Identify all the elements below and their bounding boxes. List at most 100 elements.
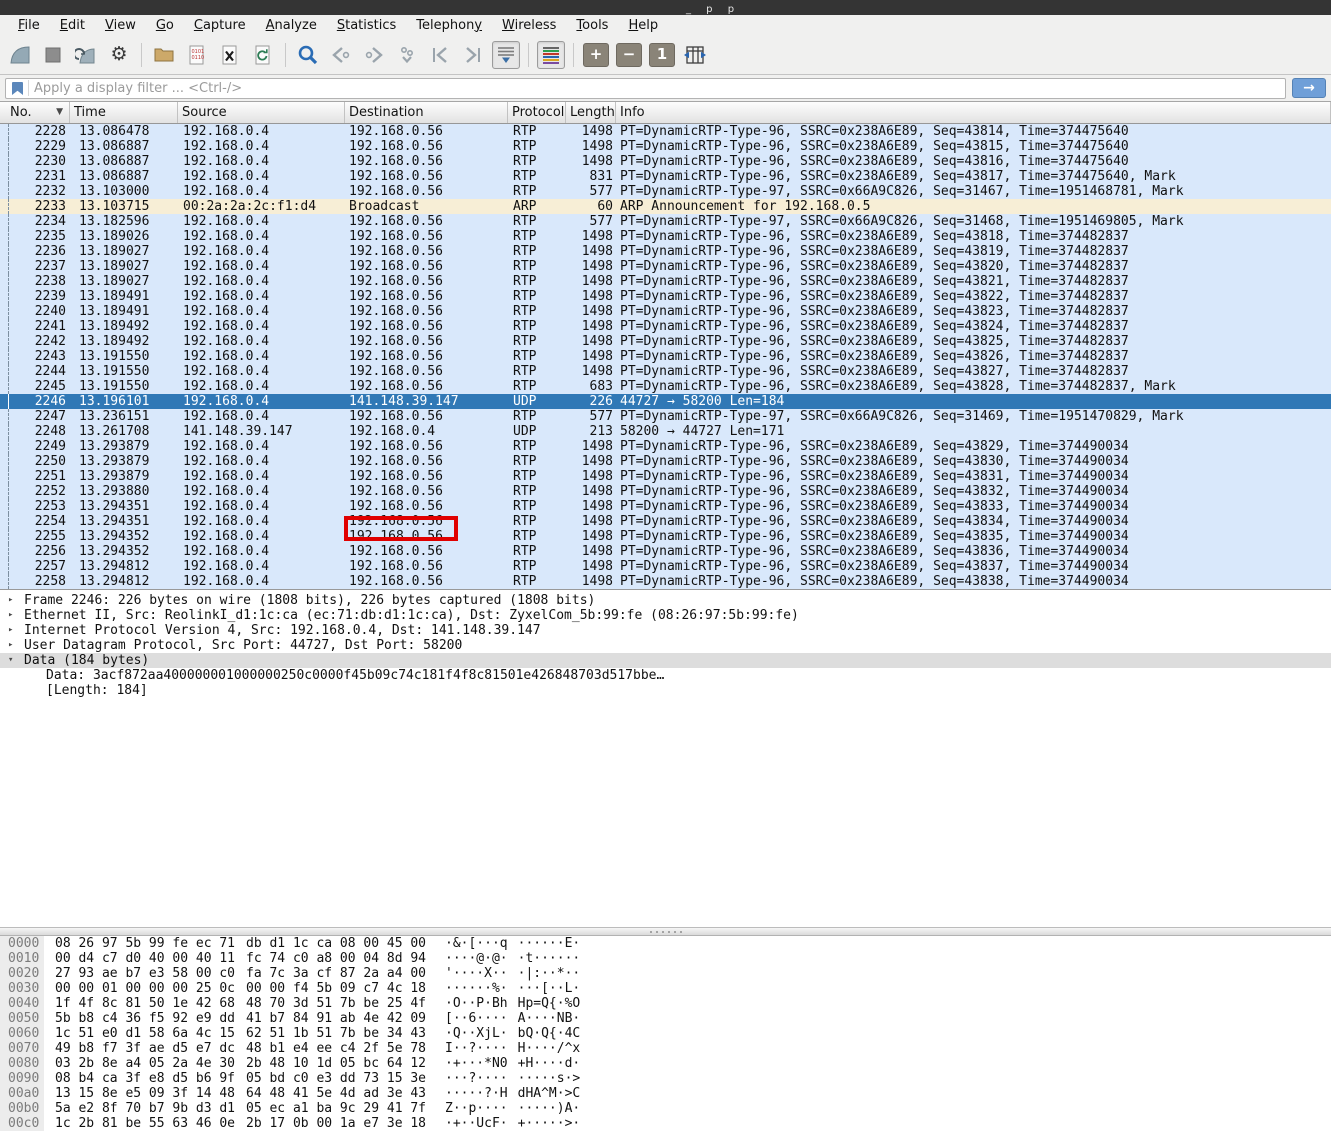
menu-statistics[interactable]: Statistics — [327, 17, 406, 34]
expand-icon[interactable]: ▸ — [0, 623, 24, 638]
menu-view[interactable]: View — [95, 17, 146, 34]
packet-row-2249[interactable]: 224913.293879192.168.0.4192.168.0.56RTP1… — [0, 439, 1331, 454]
hex-row-0020[interactable]: 002027 93 ae b7 e3 58 00 c0fa 7c 3a cf 8… — [0, 966, 1331, 981]
hex-row-0060[interactable]: 00601c 51 e0 d1 58 6a 4c 1562 51 1b 51 7… — [0, 1026, 1331, 1041]
expand-icon[interactable]: ▸ — [0, 593, 24, 608]
detail-line[interactable]: ▸Internet Protocol Version 4, Src: 192.1… — [0, 623, 1331, 638]
go-last-packet-button[interactable] — [459, 41, 487, 69]
save-file-button[interactable]: 01010110 — [183, 41, 211, 69]
packet-row-2234[interactable]: 223413.182596192.168.0.4192.168.0.56RTP5… — [0, 214, 1331, 229]
find-packet-button[interactable] — [294, 41, 322, 69]
packet-row-2232[interactable]: 223213.103000192.168.0.4192.168.0.56RTP5… — [0, 184, 1331, 199]
packet-row-2250[interactable]: 225013.293879192.168.0.4192.168.0.56RTP1… — [0, 454, 1331, 469]
packet-row-2247[interactable]: 224713.236151192.168.0.4192.168.0.56RTP5… — [0, 409, 1331, 424]
packet-row-2240[interactable]: 224013.189491192.168.0.4192.168.0.56RTP1… — [0, 304, 1331, 319]
detail-line[interactable]: Data: 3acf872aa400000001000000250c0000f4… — [0, 668, 1331, 683]
column-header-protocol[interactable]: Protocol — [508, 102, 566, 123]
resize-columns-button[interactable] — [681, 41, 709, 69]
collapse-icon[interactable]: ▾ — [0, 653, 24, 668]
column-header-info[interactable]: Info — [616, 102, 1331, 123]
packet-row-2242[interactable]: 224213.189492192.168.0.4192.168.0.56RTP1… — [0, 334, 1331, 349]
auto-scroll-toggle[interactable] — [492, 41, 520, 69]
hex-row-0090[interactable]: 009008 b4 ca 3f e8 d5 b6 9f05 bd c0 e3 d… — [0, 1071, 1331, 1086]
zoom-out-button[interactable]: − — [615, 41, 643, 69]
menu-edit[interactable]: Edit — [50, 17, 95, 34]
open-file-button[interactable] — [150, 41, 178, 69]
hex-row-0010[interactable]: 001000 d4 c7 d0 40 00 40 11fc 74 c0 a8 0… — [0, 951, 1331, 966]
packet-row-2245[interactable]: 224513.191550192.168.0.4192.168.0.56RTP6… — [0, 379, 1331, 394]
packet-row-2255[interactable]: 225513.294352192.168.0.4192.168.0.56RTP1… — [0, 529, 1331, 544]
hex-row-00c0[interactable]: 00c01c 2b 81 be 55 63 46 0e2b 17 0b 00 1… — [0, 1116, 1331, 1131]
menu-go[interactable]: Go — [146, 17, 184, 34]
detail-line[interactable]: [Length: 184] — [0, 683, 1331, 698]
apply-filter-button[interactable]: → — [1292, 78, 1326, 98]
hex-row-0040[interactable]: 00401f 4f 8c 81 50 1e 42 6848 70 3d 51 7… — [0, 996, 1331, 1011]
packet-row-2239[interactable]: 223913.189491192.168.0.4192.168.0.56RTP1… — [0, 289, 1331, 304]
menu-telephony[interactable]: Telephony — [406, 17, 492, 34]
packet-row-2246[interactable]: 224613.196101192.168.0.4141.148.39.147UD… — [0, 394, 1331, 409]
cell-time: 13.189492 — [70, 319, 178, 334]
column-header-source[interactable]: Source — [178, 102, 345, 123]
packet-row-2228[interactable]: 222813.086478192.168.0.4192.168.0.56RTP1… — [0, 124, 1331, 139]
menu-tools[interactable]: Tools — [566, 17, 618, 34]
hex-row-00a0[interactable]: 00a013 15 8e e5 09 3f 14 4864 48 41 5e 4… — [0, 1086, 1331, 1101]
menu-wireless[interactable]: Wireless — [492, 17, 566, 34]
packet-row-2251[interactable]: 225113.293879192.168.0.4192.168.0.56RTP1… — [0, 469, 1331, 484]
hex-row-0080[interactable]: 008003 2b 8e a4 05 2a 4e 302b 48 10 1d 0… — [0, 1056, 1331, 1071]
expand-icon[interactable]: ▸ — [0, 608, 24, 623]
detail-line[interactable]: ▸User Datagram Protocol, Src Port: 44727… — [0, 638, 1331, 653]
filter-bookmark-icon[interactable] — [9, 80, 29, 96]
menu-help[interactable]: Help — [618, 17, 668, 34]
packet-row-2229[interactable]: 222913.086887192.168.0.4192.168.0.56RTP1… — [0, 139, 1331, 154]
go-forward-button[interactable] — [360, 41, 388, 69]
detail-line[interactable]: ▾Data (184 bytes) — [0, 653, 1331, 668]
menu-file[interactable]: File — [8, 17, 50, 34]
start-capture-button[interactable] — [6, 41, 34, 69]
go-to-packet-button[interactable] — [393, 41, 421, 69]
detail-line[interactable]: ▸Frame 2246: 226 bytes on wire (1808 bit… — [0, 593, 1331, 608]
hex-bytes: 00 d4 c7 d0 40 00 40 11 — [55, 951, 235, 966]
go-first-packet-button[interactable] — [426, 41, 454, 69]
packet-row-2235[interactable]: 223513.189026192.168.0.4192.168.0.56RTP1… — [0, 229, 1331, 244]
restart-capture-button[interactable] — [72, 41, 100, 69]
packet-row-2237[interactable]: 223713.189027192.168.0.4192.168.0.56RTP1… — [0, 259, 1331, 274]
expand-icon[interactable]: ▸ — [0, 638, 24, 653]
column-header-no[interactable]: No.▼ — [0, 102, 70, 123]
hex-row-00b0[interactable]: 00b05a e2 8f 70 b7 9b d3 d105 ec a1 ba 9… — [0, 1101, 1331, 1116]
packet-row-2244[interactable]: 224413.191550192.168.0.4192.168.0.56RTP1… — [0, 364, 1331, 379]
zoom-in-button[interactable]: + — [582, 41, 610, 69]
go-back-button[interactable] — [327, 41, 355, 69]
packet-row-2231[interactable]: 223113.086887192.168.0.4192.168.0.56RTP8… — [0, 169, 1331, 184]
menu-analyze[interactable]: Analyze — [256, 17, 327, 34]
display-filter-input[interactable]: Apply a display filter ... <Ctrl-/> — [5, 78, 1286, 99]
detail-line[interactable]: ▸Ethernet II, Src: ReolinkI_d1:1c:ca (ec… — [0, 608, 1331, 623]
packet-row-2236[interactable]: 223613.189027192.168.0.4192.168.0.56RTP1… — [0, 244, 1331, 259]
packet-row-2256[interactable]: 225613.294352192.168.0.4192.168.0.56RTP1… — [0, 544, 1331, 559]
menu-capture[interactable]: Capture — [184, 17, 256, 34]
packet-row-2233[interactable]: 223313.10371500:2a:2a:2c:f1:d4BroadcastA… — [0, 199, 1331, 214]
pane-splitter[interactable] — [0, 927, 1331, 936]
packet-row-2238[interactable]: 223813.189027192.168.0.4192.168.0.56RTP1… — [0, 274, 1331, 289]
packet-row-2241[interactable]: 224113.189492192.168.0.4192.168.0.56RTP1… — [0, 319, 1331, 334]
hex-row-0030[interactable]: 003000 00 01 00 00 00 25 0c00 00 f4 5b 0… — [0, 981, 1331, 996]
packet-row-2258[interactable]: 225813.294812192.168.0.4192.168.0.56RTP1… — [0, 574, 1331, 589]
close-file-button[interactable] — [216, 41, 244, 69]
hex-row-0050[interactable]: 00505b b8 c4 36 f5 92 e9 dd41 b7 84 91 a… — [0, 1011, 1331, 1026]
column-header-length[interactable]: Length — [566, 102, 616, 123]
packet-row-2253[interactable]: 225313.294351192.168.0.4192.168.0.56RTP1… — [0, 499, 1331, 514]
capture-options-button[interactable]: ⚙ — [105, 41, 133, 69]
zoom-100-button[interactable]: 1 — [648, 41, 676, 69]
colorize-toggle[interactable] — [537, 41, 565, 69]
packet-row-2254[interactable]: 225413.294351192.168.0.4192.168.0.56RTP1… — [0, 514, 1331, 529]
packet-row-2243[interactable]: 224313.191550192.168.0.4192.168.0.56RTP1… — [0, 349, 1331, 364]
column-header-time[interactable]: Time — [70, 102, 178, 123]
hex-row-0070[interactable]: 007049 b8 f7 3f ae d5 e7 dc48 b1 e4 ee c… — [0, 1041, 1331, 1056]
stop-capture-button[interactable] — [39, 41, 67, 69]
packet-row-2230[interactable]: 223013.086887192.168.0.4192.168.0.56RTP1… — [0, 154, 1331, 169]
packet-row-2257[interactable]: 225713.294812192.168.0.4192.168.0.56RTP1… — [0, 559, 1331, 574]
column-header-destination[interactable]: Destination — [345, 102, 508, 123]
reload-file-button[interactable] — [249, 41, 277, 69]
hex-row-0000[interactable]: 000008 26 97 5b 99 fe ec 71db d1 1c ca 0… — [0, 936, 1331, 951]
packet-row-2248[interactable]: 224813.261708141.148.39.147192.168.0.4UD… — [0, 424, 1331, 439]
packet-row-2252[interactable]: 225213.293880192.168.0.4192.168.0.56RTP1… — [0, 484, 1331, 499]
